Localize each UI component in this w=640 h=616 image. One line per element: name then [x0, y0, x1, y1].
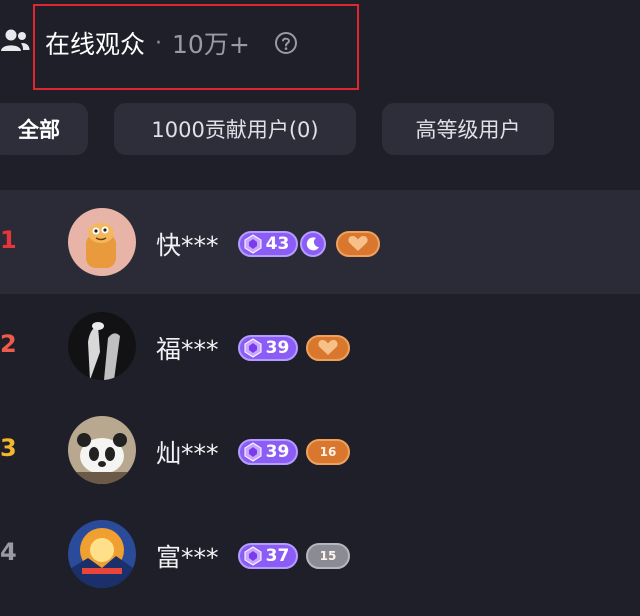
moon-badge — [300, 231, 326, 257]
level-badge: 43 — [238, 231, 298, 257]
viewer-name[interactable]: 快*** — [156, 226, 219, 262]
fan-club-badge — [306, 335, 350, 361]
audience-header: 在线观众 · 10万+ — [0, 0, 640, 90]
level-number: 39 — [265, 338, 290, 358]
viewer-name[interactable]: 福*** — [156, 330, 219, 366]
viewer-row[interactable]: 4 富*** 37 15 — [0, 502, 640, 606]
audience-title: 在线观众 — [45, 30, 146, 59]
viewer-row[interactable]: 3 灿*** 39 16 — [0, 398, 640, 502]
avatar[interactable] — [68, 312, 136, 380]
heart-icon — [318, 340, 338, 355]
level-number: 43 — [265, 234, 290, 254]
viewer-row[interactable]: 1 快*** 43 — [0, 190, 640, 294]
filter-tab-contributors[interactable]: 1000贡献用户(0) — [114, 103, 356, 155]
level-badge: 39 — [238, 439, 298, 465]
fan-club-level: 16 — [319, 445, 337, 459]
gem-icon — [244, 338, 262, 358]
viewer-name[interactable]: 灿*** — [156, 434, 219, 470]
gem-icon — [244, 546, 262, 566]
moon-icon — [306, 237, 319, 251]
avatar[interactable] — [68, 416, 136, 484]
rank-number: 2 — [0, 330, 17, 358]
online-audience-panel: 在线观众 · 10万+ 全部 1000贡献用户(0) 高等级用户 1 快*** … — [0, 0, 640, 616]
avatar[interactable] — [68, 208, 136, 276]
help-circle-icon[interactable] — [274, 31, 298, 55]
level-number: 39 — [265, 442, 290, 462]
gem-icon — [244, 234, 262, 254]
heart-icon — [348, 236, 368, 251]
viewer-row[interactable]: 2 福*** 39 — [0, 294, 640, 398]
gem-icon — [244, 442, 262, 462]
audience-title-row: 在线观众 · 10万+ — [45, 22, 298, 64]
filter-tab-all[interactable]: 全部 — [0, 103, 88, 155]
viewer-name[interactable]: 富*** — [156, 538, 219, 574]
filter-tab-high-level[interactable]: 高等级用户 — [382, 103, 554, 155]
level-badge: 39 — [238, 335, 298, 361]
fan-club-badge: 15 — [306, 543, 350, 569]
fan-club-badge — [336, 231, 380, 257]
rank-number: 3 — [0, 434, 17, 462]
rank-number: 4 — [0, 538, 17, 566]
people-icon — [1, 29, 30, 51]
avatar[interactable] — [68, 520, 136, 588]
fan-club-level: 15 — [319, 549, 337, 563]
rank-number: 1 — [0, 226, 17, 254]
level-number: 37 — [265, 546, 290, 566]
title-separator: · — [155, 30, 163, 56]
viewer-count: 10万+ — [172, 30, 250, 59]
fan-club-badge: 16 — [306, 439, 350, 465]
level-badge: 37 — [238, 543, 298, 569]
